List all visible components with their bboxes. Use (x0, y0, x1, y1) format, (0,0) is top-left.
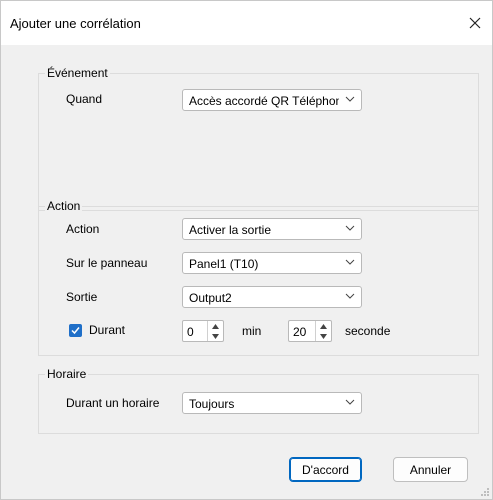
chevron-down-icon (345, 293, 355, 299)
minutes-up-button[interactable] (208, 321, 223, 331)
checkmark-icon (71, 327, 80, 335)
output-dropdown-value: Output2 (189, 291, 232, 305)
schedule-label: Durant un horaire (66, 396, 160, 410)
cancel-button[interactable]: Annuler (393, 457, 468, 482)
action-group-legend: Action (45, 199, 83, 213)
seconds-down-button[interactable] (316, 331, 331, 341)
during-checkbox[interactable] (69, 324, 82, 337)
close-icon (469, 17, 481, 29)
dialog-body: Événement Quand Accès accordé QR Télépho… (1, 45, 492, 499)
action-dropdown[interactable]: Activer la sortie (182, 218, 362, 240)
cancel-button-label: Annuler (409, 462, 452, 477)
minutes-value: 0 (187, 325, 194, 339)
ok-button-label: D'accord (302, 462, 349, 477)
when-label: Quand (66, 92, 103, 106)
panel-label: Sur le panneau (66, 256, 148, 270)
chevron-down-icon (345, 259, 355, 265)
schedule-group-legend: Horaire (45, 367, 89, 381)
minutes-spinner[interactable]: 0 (182, 320, 224, 342)
minutes-unit: min (242, 324, 262, 338)
panel-dropdown-value: Panel1 (T10) (189, 257, 259, 271)
arrow-down-icon (212, 333, 219, 339)
action-group: Action Action Activer la sortie Sur le p… (38, 199, 479, 356)
seconds-value: 20 (293, 325, 307, 339)
schedule-group: Horaire Durant un horaire Toujours (38, 367, 479, 434)
schedule-dropdown[interactable]: Toujours (182, 392, 362, 414)
during-label: Durant (89, 323, 126, 337)
chevron-down-icon (345, 399, 355, 405)
minutes-down-button[interactable] (208, 331, 223, 341)
close-button[interactable] (458, 9, 492, 37)
action-dropdown-value: Activer la sortie (189, 223, 272, 237)
panel-dropdown[interactable]: Panel1 (T10) (182, 252, 362, 274)
dialog-title: Ajouter une corrélation (10, 16, 141, 31)
action-label: Action (66, 222, 100, 236)
title-bar: Ajouter une corrélation (1, 1, 492, 45)
resize-grip-icon[interactable] (480, 487, 490, 497)
seconds-spinner[interactable]: 20 (288, 320, 332, 342)
output-label: Sortie (66, 290, 98, 304)
output-dropdown[interactable]: Output2 (182, 286, 362, 308)
chevron-down-icon (345, 225, 355, 231)
chevron-down-icon (345, 96, 355, 102)
schedule-dropdown-value: Toujours (189, 397, 235, 411)
when-dropdown[interactable]: Accès accordé QR Téléphone (182, 89, 362, 111)
event-group: Événement Quand Accès accordé QR Télépho… (38, 66, 479, 211)
seconds-up-button[interactable] (316, 321, 331, 331)
arrow-up-icon (320, 323, 327, 329)
dialog-window: Ajouter une corrélation Événement Quand … (0, 0, 493, 500)
arrow-down-icon (320, 333, 327, 339)
when-dropdown-value: Accès accordé QR Téléphone (189, 94, 339, 108)
arrow-up-icon (212, 323, 219, 329)
event-group-legend: Événement (45, 66, 110, 80)
seconds-unit: seconde (345, 324, 391, 338)
ok-button[interactable]: D'accord (289, 457, 362, 482)
